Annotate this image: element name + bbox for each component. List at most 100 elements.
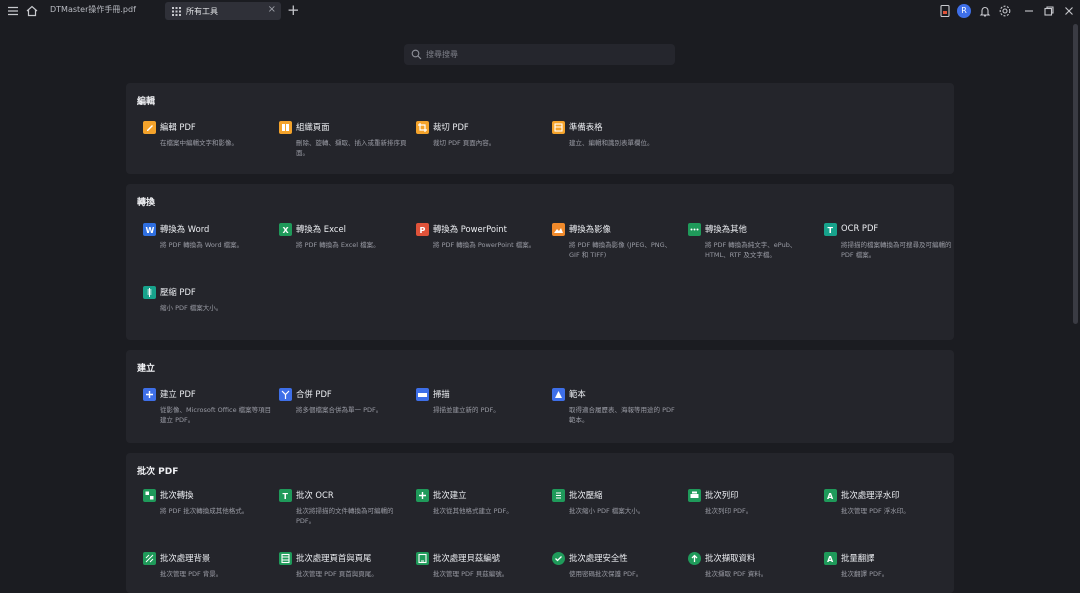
tool-name: 轉換為其他 <box>705 224 747 234</box>
home-icon[interactable] <box>25 4 39 18</box>
tab-label: 所有工具 <box>186 7 218 16</box>
create-pdf-icon <box>143 388 156 401</box>
tool-description: 刪除、旋轉、擷取、插入或重新排序頁面。 <box>296 139 407 157</box>
tool-description: 將 PDF 轉換為 Word 檔案。 <box>160 241 244 249</box>
tool-description: 建立、編輯和識別表單欄位。 <box>569 139 654 147</box>
section-convert: 轉換 W 轉換為 Word 將 PDF 轉換為 Word 檔案。 X 轉換為 E… <box>126 184 954 340</box>
tool-description: 縮小 PDF 檔案大小。 <box>160 304 223 312</box>
tool-description: 批次管理 PDF 頁首與頁尾。 <box>296 570 378 578</box>
svg-text:T: T <box>283 492 289 501</box>
ocr-icon: T <box>824 223 837 236</box>
tool-name: 壓縮 PDF <box>160 287 196 297</box>
image-icon <box>552 223 565 236</box>
tool-name: 建立 PDF <box>160 389 196 399</box>
tool-description: 在檔案中編輯文字和影像。 <box>160 139 238 147</box>
minimize-icon[interactable] <box>1022 4 1036 18</box>
search-input[interactable] <box>426 47 666 62</box>
tool-name: 批次列印 <box>705 490 739 500</box>
excel-icon: X <box>279 223 292 236</box>
gear-icon[interactable] <box>998 4 1012 18</box>
tool-name: 範本 <box>569 389 586 399</box>
tool-description: 批次管理 PDF 貝茲編號。 <box>433 570 509 578</box>
section-batch-pdf: 批次 PDF 批次轉換 將 PDF 批次轉換成其他格式。 T 批次 OCR 批次… <box>126 453 954 593</box>
tool-description: 批次從其他格式建立 PDF。 <box>433 507 513 515</box>
tool-description: 批次管理 PDF 背景。 <box>160 570 223 578</box>
tool-description: 批次縮小 PDF 檔案大小。 <box>569 507 645 515</box>
title-bar: DTMaster操作手冊.pdf 所有工具 × + R <box>0 0 1080 22</box>
tool-name: 批次建立 <box>433 490 467 500</box>
tool-name: 批次處理貝茲編號 <box>433 553 500 563</box>
tool-description: 裁切 PDF 頁面內容。 <box>433 139 496 147</box>
batch-background-icon <box>143 552 156 565</box>
tool-name: 合併 PDF <box>296 389 332 399</box>
search-box[interactable] <box>404 44 675 65</box>
tool-description: 將 PDF 轉換為影像 (JPEG、PNG、GIF 和 TIFF) <box>569 241 672 259</box>
section-edit: 編輯 編輯 PDF 在檔案中編輯文字和影像。 組織頁面 刪除、旋轉、擷取、插入或… <box>126 83 954 174</box>
tool-name: 轉換為 Excel <box>296 224 346 234</box>
restore-icon[interactable] <box>1042 4 1056 18</box>
tool-name: 準備表格 <box>569 122 603 132</box>
tool-description: 批次管理 PDF 浮水印。 <box>841 507 910 515</box>
tool-name: 轉換為影像 <box>569 224 611 234</box>
batch-print-icon <box>688 489 701 502</box>
search-icon <box>411 49 422 60</box>
section-title: 轉換 <box>137 198 156 208</box>
crop-pdf-icon <box>416 121 429 134</box>
tool-name: 批次壓縮 <box>569 490 603 500</box>
tool-name: 批次處理頁首與頁尾 <box>296 553 372 563</box>
avatar[interactable]: R <box>957 4 971 18</box>
batch-create-icon <box>416 489 429 502</box>
batch-security-icon <box>552 552 565 565</box>
tab-all-tools[interactable]: 所有工具 × <box>165 2 281 20</box>
scan-icon <box>416 388 429 401</box>
document-icon[interactable] <box>938 4 952 18</box>
tool-description: 將 PDF 轉換為 PowerPoint 檔案。 <box>433 241 536 249</box>
section-title: 建立 <box>137 364 156 374</box>
organize-pages-icon <box>279 121 292 134</box>
word-icon: W <box>143 223 156 236</box>
tool-description: 將掃描的檔案轉換為可搜尋及可編輯的 PDF 檔案。 <box>841 241 952 259</box>
edit-pdf-icon <box>143 121 156 134</box>
vertical-scrollbar[interactable] <box>1073 24 1078 324</box>
tool-description: 將 PDF 轉換為純文字、ePub、HTML、RTF 及文字檔。 <box>705 241 797 259</box>
tool-description: 掃描並建立新的 PDF。 <box>433 406 500 414</box>
document-tab[interactable]: DTMaster操作手冊.pdf <box>50 4 136 15</box>
new-tab-icon[interactable]: + <box>287 1 300 19</box>
svg-text:T: T <box>828 226 834 235</box>
close-tab-icon[interactable]: × <box>268 4 276 15</box>
tool-name: 轉換為 Word <box>160 224 210 234</box>
batch-bates-icon <box>416 552 429 565</box>
menu-icon[interactable] <box>6 4 20 18</box>
svg-text:P: P <box>420 226 426 235</box>
tool-description: 批次翻譯 PDF。 <box>841 570 889 578</box>
grid-icon <box>172 7 181 16</box>
tool-description: 將 PDF 批次轉換成其他格式。 <box>160 507 249 515</box>
tool-name: 編輯 PDF <box>160 122 196 132</box>
batch-convert-icon <box>143 489 156 502</box>
section-title: 批次 PDF <box>137 467 179 477</box>
tool-name: 批次處理浮水印 <box>841 490 900 500</box>
tool-description: 使用密碼批次保護 PDF。 <box>569 570 643 578</box>
tool-name: 裁切 PDF <box>433 122 469 132</box>
powerpoint-icon: P <box>416 223 429 236</box>
template-icon <box>552 388 565 401</box>
tool-name: 批次處理背景 <box>160 553 211 563</box>
section-create: 建立 建立 PDF 從影像、Microsoft Office 檔案等項目建立 P… <box>126 350 954 443</box>
tool-name: 組織頁面 <box>296 122 330 132</box>
tool-name: 批次轉換 <box>160 490 194 500</box>
convert-other-icon <box>688 223 701 236</box>
tool-name: 批量翻譯 <box>841 553 875 563</box>
close-window-icon[interactable] <box>1062 4 1076 18</box>
batch-header-footer-icon <box>279 552 292 565</box>
tool-name: 批次處理安全性 <box>569 553 628 563</box>
bell-icon[interactable] <box>978 4 992 18</box>
batch-ocr-icon: T <box>279 489 292 502</box>
tool-name: OCR PDF <box>841 223 879 233</box>
section-title: 編輯 <box>137 97 156 107</box>
batch-translate-icon: A <box>824 552 837 565</box>
batch-extract-icon <box>688 552 701 565</box>
tool-description: 批次將掃描的文件轉換為可編輯的 PDF。 <box>296 507 394 525</box>
tool-name: 掃描 <box>433 389 450 399</box>
tool-description: 將多個檔案合併為單一 PDF。 <box>296 406 383 414</box>
merge-pdf-icon <box>279 388 292 401</box>
